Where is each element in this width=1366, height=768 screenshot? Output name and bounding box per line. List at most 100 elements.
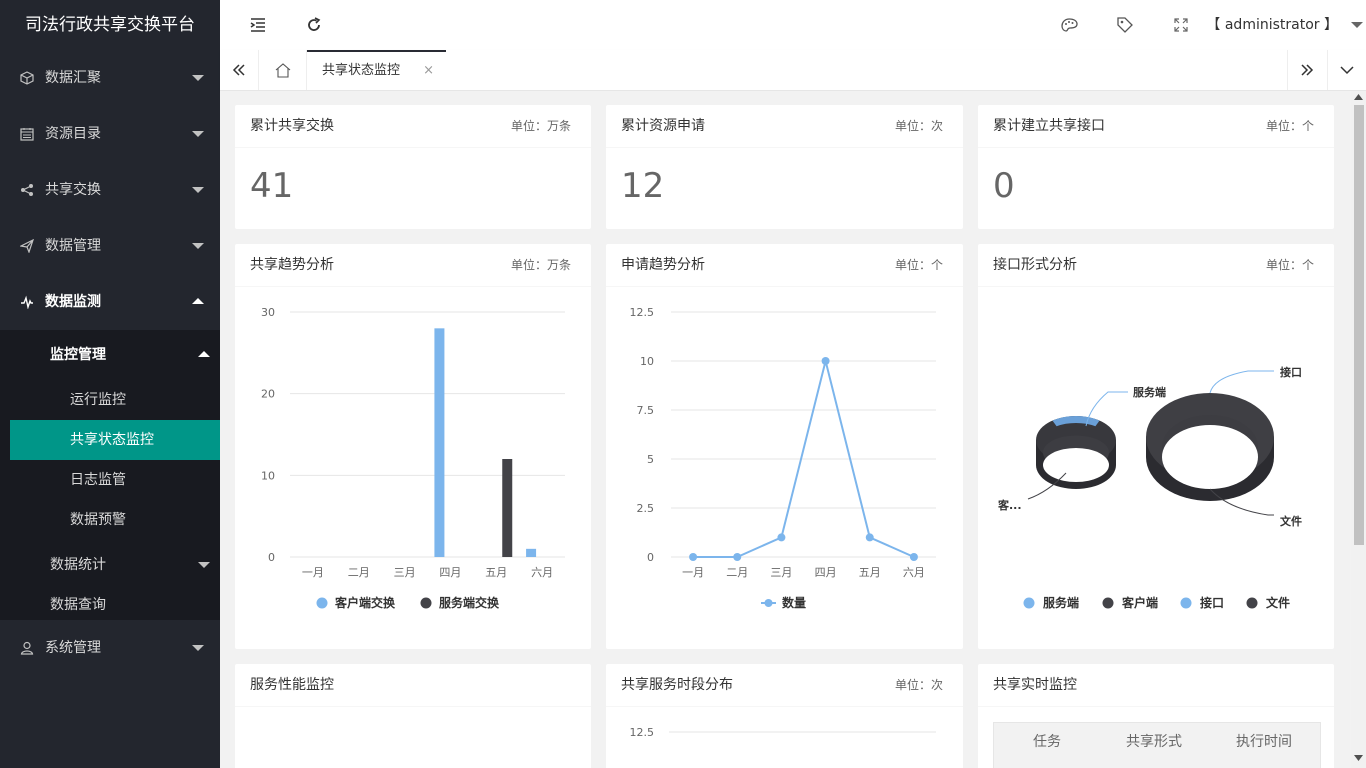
sidebar-item-data-aggregation[interactable]: 数据汇聚 bbox=[0, 50, 220, 106]
sidebar-item-data-query[interactable]: 数据查询 bbox=[0, 590, 220, 620]
page-scrollbar[interactable] bbox=[1351, 91, 1366, 768]
chevron-down-icon[interactable] bbox=[1351, 22, 1363, 28]
legend-label: 客户端交换 bbox=[334, 595, 396, 610]
bar bbox=[434, 328, 445, 557]
x-tick-label: 三月 bbox=[770, 566, 792, 579]
x-tick-label: 二月 bbox=[348, 566, 370, 579]
sidebar-item-label: 监控管理 bbox=[50, 347, 106, 363]
card-header: 累计资源申请 单位：次 bbox=[606, 105, 963, 148]
card-title: 累计共享交换 bbox=[250, 118, 334, 134]
card-title: 共享趋势分析 bbox=[250, 257, 334, 273]
scroll-down-icon[interactable] bbox=[1354, 755, 1363, 761]
chart-card-apply-trend: 申请趋势分析 单位：个 0 2.5 5 7.5 10 12.5 一月 二月 三月 四月 五月 六月 数量 bbox=[606, 244, 963, 649]
theme-palette-icon[interactable] bbox=[1054, 0, 1084, 50]
ring bbox=[1146, 393, 1274, 501]
legend-label: 服务端交换 bbox=[439, 595, 500, 610]
sidebar-item-label: 系统管理 bbox=[45, 640, 101, 656]
card-header: 申请趋势分析 单位：个 bbox=[606, 244, 963, 287]
x-tick-label: 一月 bbox=[302, 566, 324, 579]
legend-marker bbox=[1023, 597, 1035, 609]
chevron-down-icon bbox=[192, 131, 204, 137]
bar-chart: 0 10 20 30 一月 二月 三月 四月 五月 六月客户端交换 服务端交换 bbox=[261, 306, 565, 610]
label-line bbox=[1209, 370, 1274, 394]
sidebar-item-log-supervision[interactable]: 日志监管 bbox=[10, 460, 220, 500]
chart-card-service-period: 共享服务时段分布 单位：次 12.5 bbox=[606, 664, 963, 768]
sidebar-item-data-statistics[interactable]: 数据统计 bbox=[0, 540, 220, 590]
column-header-share-form[interactable]: 共享形式 bbox=[1100, 723, 1208, 761]
stat-value: 41 bbox=[250, 166, 294, 206]
sidebar-item-label: 共享交换 bbox=[45, 182, 101, 198]
stat-card-total-interfaces: 累计建立共享接口 单位：个 0 bbox=[978, 105, 1334, 229]
chevron-down-icon bbox=[192, 75, 204, 81]
legend-marker bbox=[316, 597, 328, 609]
bar bbox=[502, 459, 513, 557]
card-header: 共享服务时段分布 单位：次 bbox=[606, 664, 963, 707]
chevron-up-icon bbox=[198, 351, 210, 357]
y-tick-label: 12.5 bbox=[630, 306, 655, 319]
sidebar-item-monitor-management[interactable]: 监控管理 bbox=[0, 330, 220, 380]
card-realtime-monitor: 共享实时监控 任务 共享形式 执行时间 bbox=[978, 664, 1334, 768]
column-header-task[interactable]: 任务 bbox=[994, 723, 1100, 761]
fullscreen-icon[interactable] bbox=[1166, 0, 1196, 50]
sidebar-item-share-status-monitoring[interactable]: 共享状态监控 bbox=[10, 420, 220, 460]
legend-label: 文件 bbox=[1266, 595, 1290, 610]
close-icon[interactable]: × bbox=[423, 52, 434, 90]
refresh-icon[interactable] bbox=[299, 0, 329, 50]
slice-label: 接口 bbox=[1280, 365, 1302, 379]
ring-hole bbox=[1043, 448, 1109, 482]
x-tick-label: 四月 bbox=[815, 566, 837, 579]
scrollbar-thumb[interactable] bbox=[1354, 105, 1364, 545]
card-unit: 单位：个 bbox=[1265, 119, 1314, 133]
user-icon bbox=[19, 620, 35, 676]
sidebar-item-data-management[interactable]: 数据管理 bbox=[0, 218, 220, 274]
sidebar-item-shared-exchange[interactable]: 共享交换 bbox=[0, 162, 220, 218]
tab-share-status-monitoring[interactable]: 共享状态监控 × bbox=[307, 50, 446, 88]
card-title: 共享实时监控 bbox=[993, 677, 1077, 693]
chevron-down-icon bbox=[192, 187, 204, 193]
y-tick-label: 5 bbox=[647, 453, 654, 466]
data-point bbox=[909, 553, 918, 561]
sidebar-item-data-monitoring[interactable]: 数据监测 bbox=[0, 274, 220, 330]
sidebar-item-run-monitoring[interactable]: 运行监控 bbox=[10, 380, 220, 420]
card-unit: 单位：次 bbox=[894, 678, 943, 692]
legend-label: 接口 bbox=[1200, 595, 1224, 610]
sidebar-item-label: 资源目录 bbox=[45, 126, 101, 142]
tag-icon[interactable] bbox=[1110, 0, 1140, 50]
user-menu[interactable]: 【 administrator 】 bbox=[1206, 0, 1338, 50]
slice-label: 客... bbox=[997, 498, 1022, 512]
x-tick-label: 六月 bbox=[531, 566, 553, 579]
legend-marker bbox=[420, 597, 432, 609]
chart-card-interface-form: 接口形式分析 单位：个 服务端 客... 接口 文件 服务端 客户端 接口 文件 bbox=[978, 244, 1334, 649]
sidebar-item-resource-catalog[interactable]: 资源目录 bbox=[0, 106, 220, 162]
card-title: 申请趋势分析 bbox=[621, 257, 705, 273]
send-icon bbox=[19, 218, 35, 274]
home-tab-icon[interactable] bbox=[260, 50, 307, 90]
share-icon bbox=[19, 162, 35, 218]
ring bbox=[1036, 416, 1116, 489]
legend-label: 客户端 bbox=[1121, 595, 1158, 610]
chart-card-service-performance: 服务性能监控 bbox=[235, 664, 591, 768]
tabs-scroll-right-icon[interactable] bbox=[1287, 50, 1326, 90]
card-unit: 单位：万条 bbox=[510, 258, 571, 272]
sidebar-item-label: 数据管理 bbox=[45, 238, 101, 254]
y-tick-label: 7.5 bbox=[637, 404, 655, 417]
card-title: 累计资源申请 bbox=[621, 118, 705, 134]
cube-icon bbox=[19, 50, 35, 106]
sidebar-item-system-management[interactable]: 系统管理 bbox=[0, 620, 220, 676]
chart-card-share-trend: 共享趋势分析 单位：万条 0 10 20 30 一月 二月 三月 四月 五月 六月 客户端交换 服务端交… bbox=[235, 244, 591, 649]
tab-bar: 共享状态监控 × bbox=[220, 50, 1366, 91]
card-unit: 单位：次 bbox=[894, 119, 943, 133]
scroll-up-icon[interactable] bbox=[1354, 94, 1363, 100]
sidebar-item-data-warning[interactable]: 数据预警 bbox=[10, 500, 220, 540]
column-header-exec-time[interactable]: 执行时间 bbox=[1208, 723, 1320, 761]
tabs-menu-chevron-down-icon[interactable] bbox=[1327, 50, 1366, 90]
menu-fold-icon[interactable] bbox=[243, 0, 273, 50]
tabs-scroll-left-icon[interactable] bbox=[220, 50, 259, 90]
top-header: 【 administrator 】 bbox=[220, 0, 1366, 51]
sidebar-item-label: 数据统计 bbox=[50, 557, 106, 573]
y-tick-label: 10 bbox=[261, 469, 275, 482]
y-tick-label: 10 bbox=[640, 355, 654, 368]
stat-card-total-applications: 累计资源申请 单位：次 12 bbox=[606, 105, 963, 229]
sidebar: 司法行政共享交换平台 数据汇聚 资源目录 共享交换 数据管理 数据监测 监控管理… bbox=[0, 0, 220, 768]
chevron-up-icon bbox=[192, 298, 204, 304]
